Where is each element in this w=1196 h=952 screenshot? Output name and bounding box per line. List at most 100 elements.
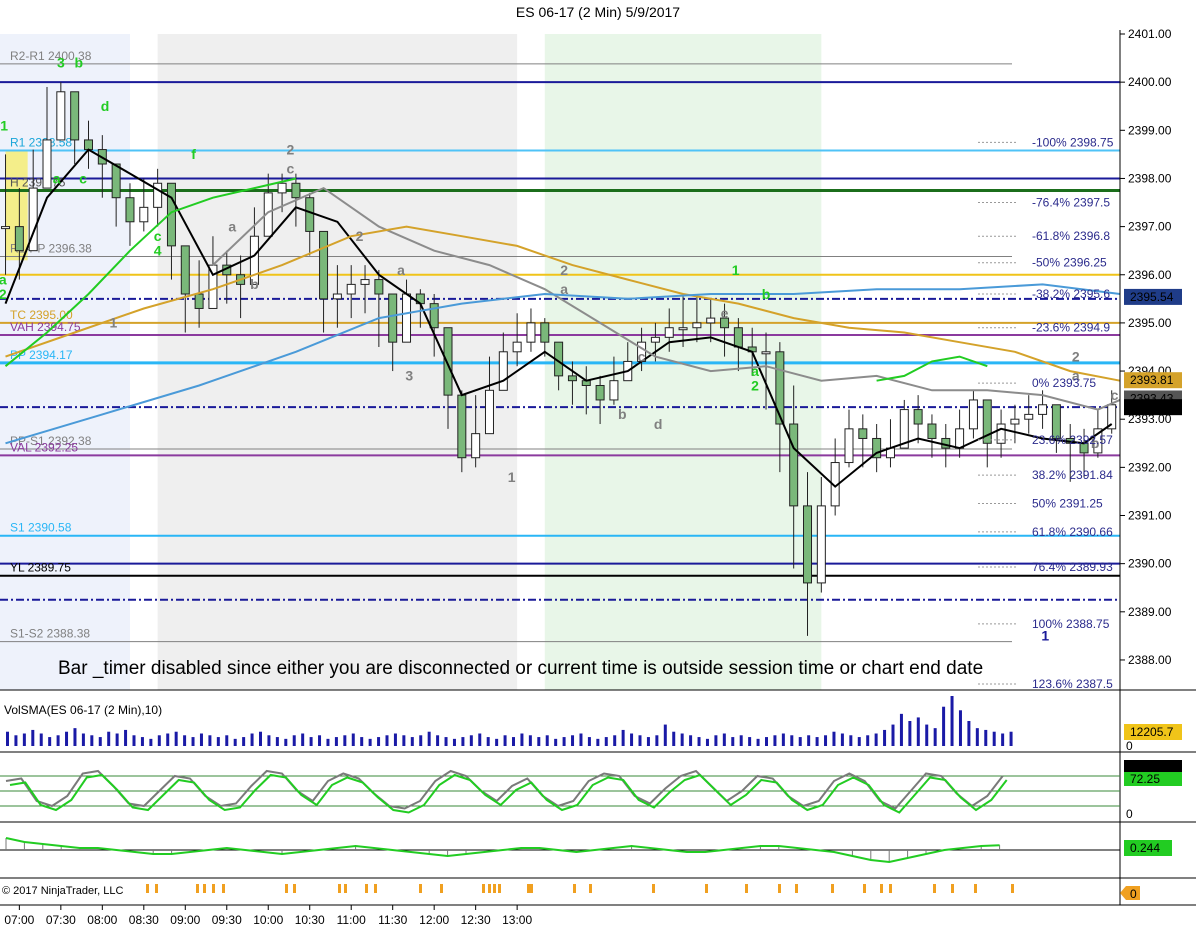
bar-body [374,279,384,295]
volume-bar [65,731,69,746]
fib-label: 50% 2391.25 [1032,496,1103,510]
wave-label: b [250,276,259,292]
volume-bar [815,737,819,746]
bar-body [761,351,771,355]
bar-body [1038,404,1048,415]
volume-bar [790,735,794,746]
fib-label: 23.6% 2392.57 [1032,433,1113,447]
event-tick [745,884,748,893]
volume-bar [520,733,524,746]
event-tick [222,884,225,893]
volume-bar [756,738,760,746]
x-tick-label: 12:00 [419,913,449,927]
wave-label: b [75,55,84,71]
volume-bar [562,737,566,746]
volume-bar [301,733,305,746]
bar-body [388,293,398,343]
x-tick-label: 07:30 [46,913,76,927]
wave-label: a [228,218,236,234]
volume-bar [343,735,347,746]
volume-bar [604,737,608,746]
volume-bar [579,733,583,746]
volume-bar [478,733,482,746]
bar-body [858,428,868,439]
volume-bar [115,733,119,746]
volume-bar [613,735,617,746]
event-tick [530,884,533,893]
volume-bar [275,737,279,746]
volume-bar [410,737,414,746]
event-tick [419,884,422,893]
wave-label: a [397,262,405,278]
bar-body [277,182,287,194]
volume-bar [486,737,490,746]
wave-label: 3 [57,55,65,71]
event-tick [488,884,491,893]
volume-bar [73,728,77,746]
y-tick-label: 2389.00 [1128,605,1172,619]
event-tick [285,884,288,893]
volume-bar [48,737,52,746]
volume-bar [292,735,296,746]
bar-body [1024,413,1034,420]
volume-bar [571,735,575,746]
volume-bar [849,735,853,746]
volume-bar [452,738,456,746]
level-label: S1 2390.58 [10,521,72,535]
y-tick-label: 2388.00 [1128,653,1172,667]
volume-bar [208,735,212,746]
volume-bar [469,735,473,746]
bar-body [402,293,412,343]
volume-bar [98,737,102,746]
bar-body [927,423,937,439]
bar-body [664,327,674,338]
volume-bar [14,735,18,746]
volume-bar [984,729,988,746]
bar-body [346,283,356,295]
chart-window: ES 06-17 (2 Min) 5/9/2017 R2-R1 2400.38 R… [0,0,1196,952]
y-tick-label: 2395.00 [1128,316,1172,330]
volume-bar [975,728,979,746]
bar-body [567,375,577,382]
bar-body [194,293,204,309]
stoch-last-2: 72.25 [1130,772,1160,786]
bar-body [443,327,453,396]
event-tick [652,884,655,893]
wave-label: b [762,286,771,302]
bar-body [1010,418,1020,425]
volume-bar [655,735,659,746]
wave-label: 1 [508,469,516,485]
wave-label: 2 [751,377,759,393]
volume-bar [191,737,195,746]
wave-label: 2 [0,286,7,302]
y-tick-label: 2399.00 [1128,123,1172,137]
bar-body [14,226,24,252]
bar-body [42,139,52,189]
volume-bar [689,735,693,746]
bar-body [139,206,149,223]
volume-bar [39,733,43,746]
event-tick [155,884,158,893]
volume-bar [942,706,946,746]
volume-bar [183,735,187,746]
wave-label: 4 [154,242,162,258]
event-tick [951,884,954,893]
wave-label: 2 [1072,348,1080,364]
x-tick-label: 11:00 [337,913,366,927]
bar-body [968,399,978,430]
fib-label: 123.6% 2387.5 [1032,677,1113,691]
volume-bar [824,735,828,746]
volume-bar [334,737,338,746]
level-label: YL 2389.75 [10,561,71,575]
fib-label: 61.8% 2390.66 [1032,525,1113,539]
volume-bar [259,731,262,746]
bar-body [706,317,716,324]
bar-body [844,428,854,464]
chart-canvas[interactable]: R2-R1 2400.38R1 2398.58H 2397.75R1-PP 23… [0,0,1196,952]
volume-bar [393,733,397,746]
volume-bar [503,735,507,746]
fib-label: -61.8% 2396.8 [1032,229,1110,243]
volume-bar [832,731,836,746]
y-tick-label: 2391.00 [1128,509,1172,523]
volume-bar [436,735,440,746]
